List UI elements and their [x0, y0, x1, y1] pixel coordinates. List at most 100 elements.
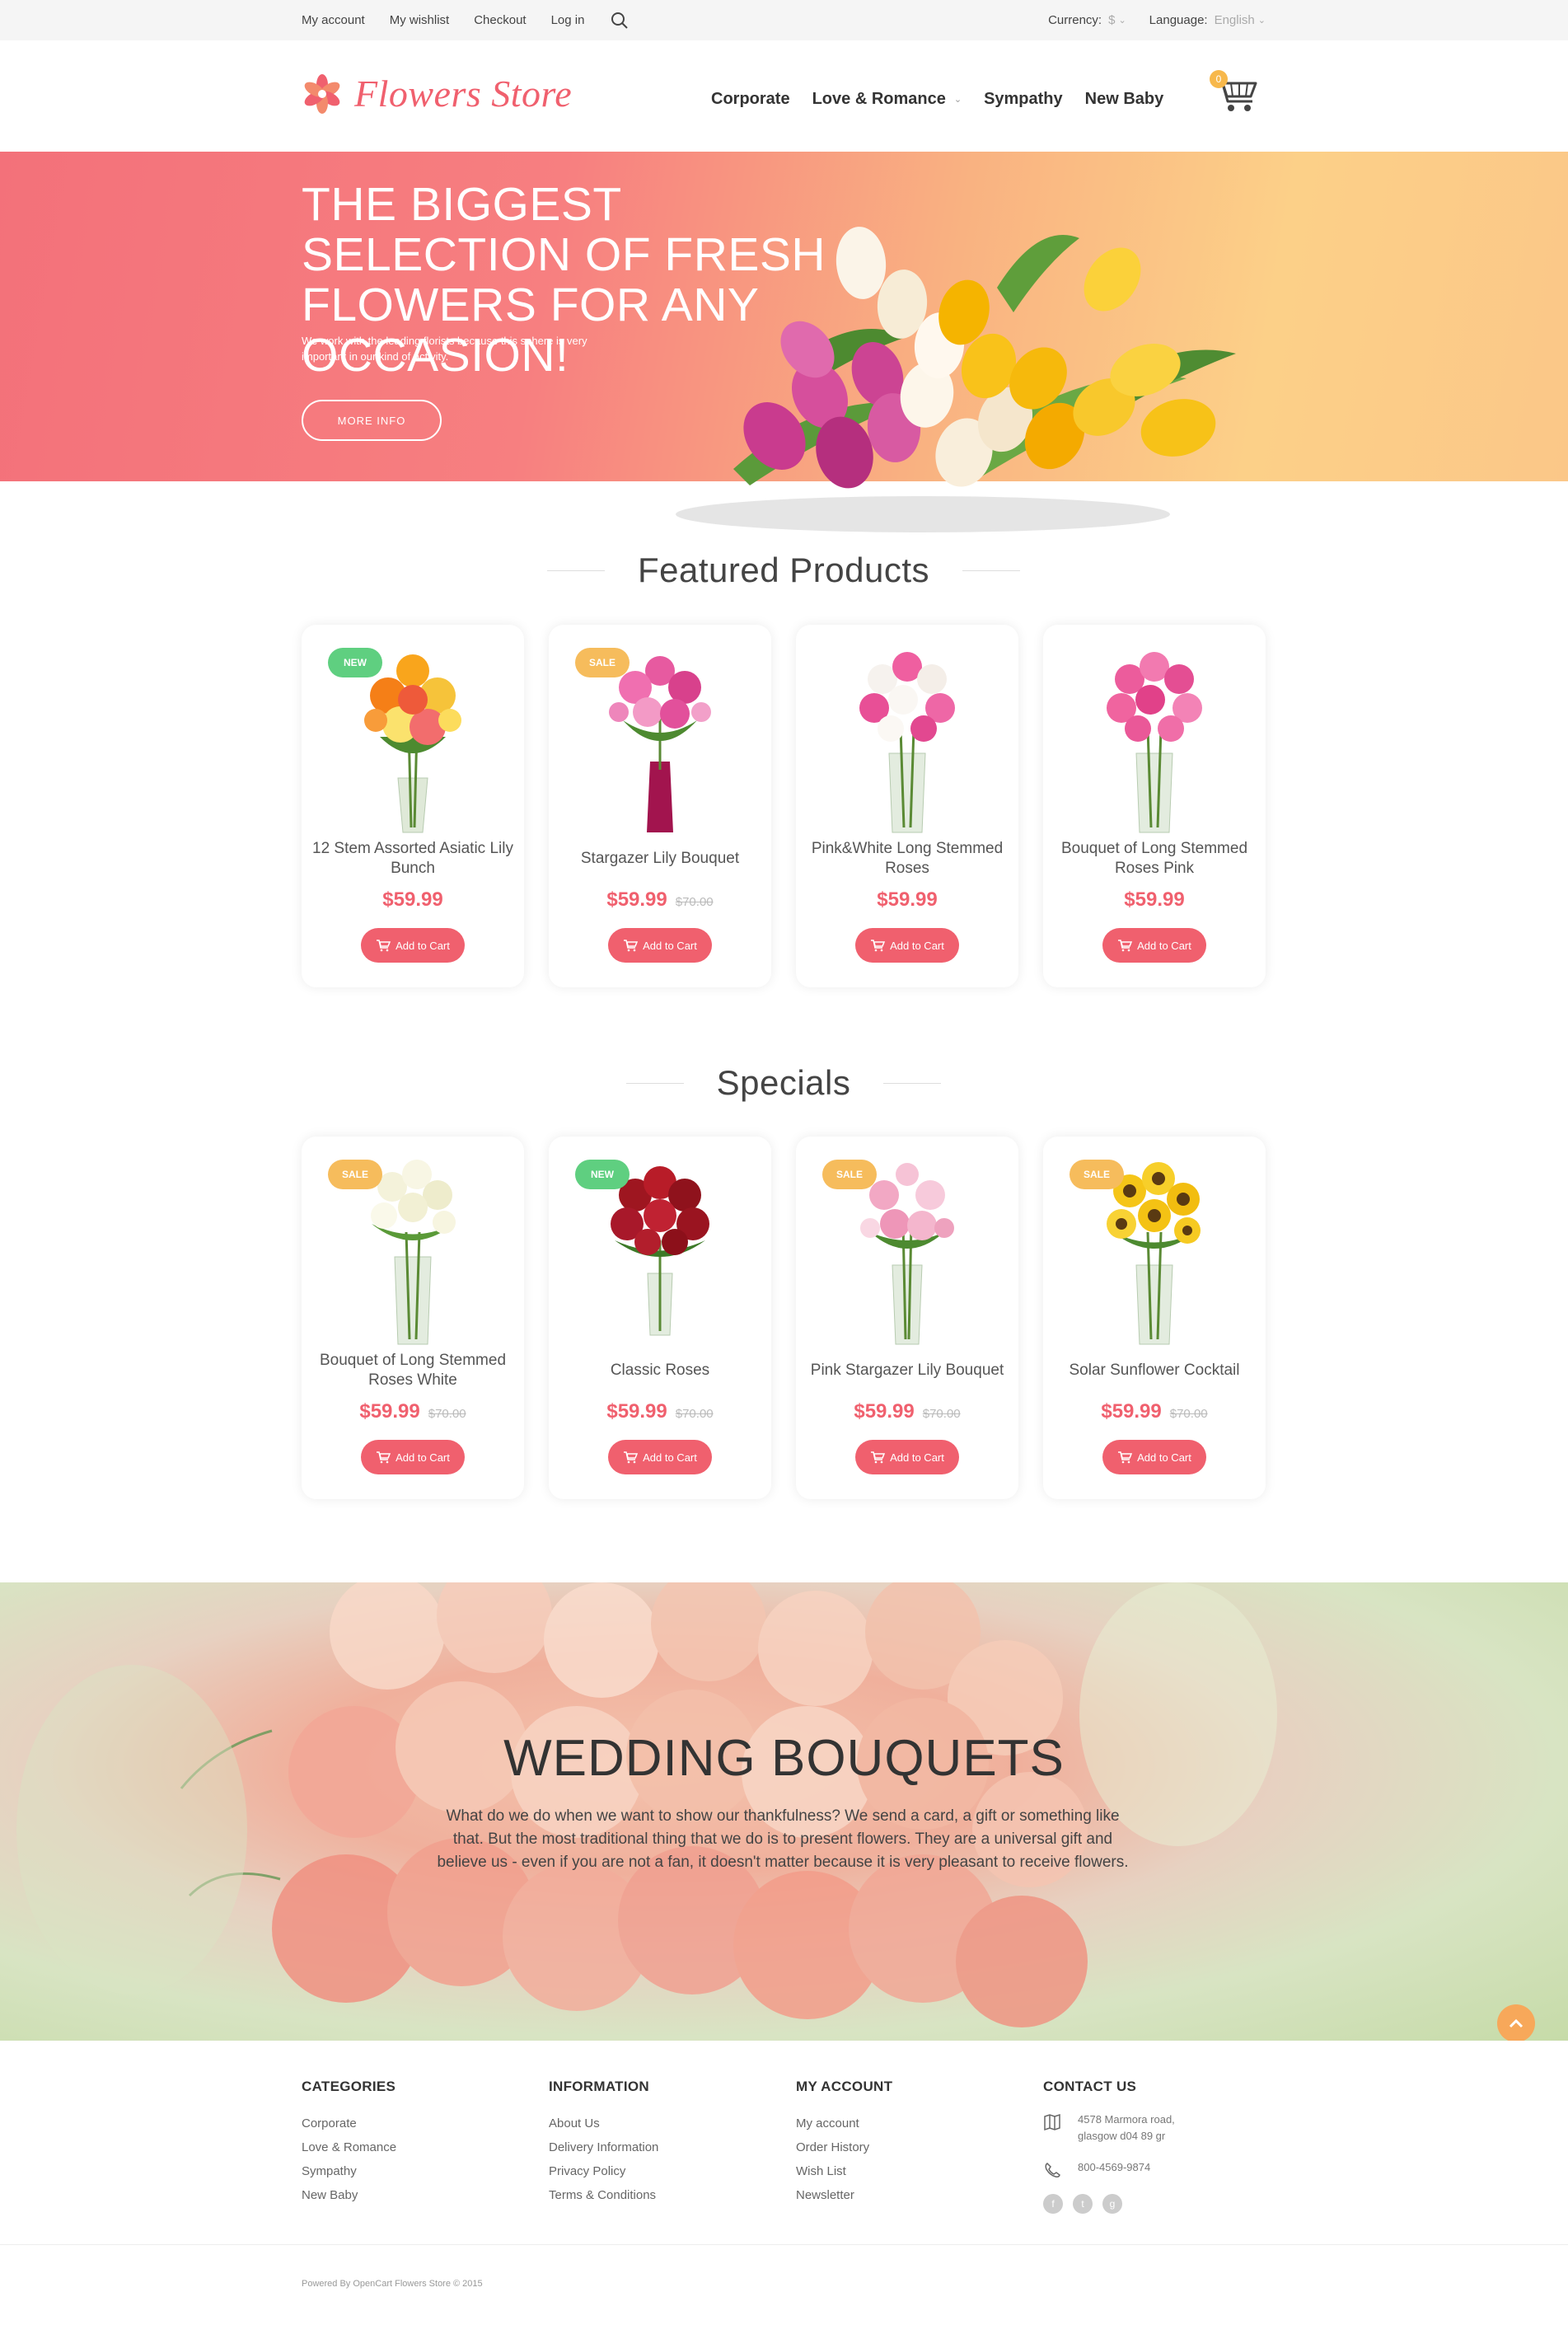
product-name[interactable]: 12 Stem Assorted Asiatic Lily Bunch	[310, 837, 516, 880]
logo[interactable]: Flowers Store	[302, 72, 572, 115]
product-card[interactable]: NEW 12 Stem Assorted Asiatic Lily Bunch …	[302, 625, 524, 987]
main-nav: Corporate Love & Romance ⌄ Sympathy New B…	[711, 90, 1186, 109]
footer-link[interactable]: Delivery Information	[549, 2135, 658, 2159]
product-prices: $59.99 $70.00	[549, 1400, 771, 1423]
product-price: $59.99	[359, 1400, 420, 1423]
cart-icon	[871, 940, 886, 952]
locale-selectors: Currency: $ ⌄ Language: English ⌄	[1048, 0, 1266, 40]
footer-link[interactable]: Wish List	[796, 2159, 892, 2183]
hero-banner: THE BIGGEST SELECTION OF FRESH FLOWERS F…	[0, 152, 1568, 532]
product-card[interactable]: SALE Bouquet of Long Stemmed Roses White…	[302, 1137, 524, 1499]
product-card[interactable]: NEW Classic Roses $59.99 $70.00 Add to Ca…	[549, 1137, 771, 1499]
product-price: $59.99	[606, 1400, 667, 1423]
add-to-cart-label: Add to Cart	[1137, 939, 1191, 952]
divider-line	[962, 570, 1020, 571]
phone-text[interactable]: 800-4569-9874	[1078, 2159, 1150, 2176]
cart-icon	[1118, 1451, 1133, 1464]
add-to-cart-button[interactable]: Add to Cart	[1102, 928, 1206, 963]
add-to-cart-button[interactable]: Add to Cart	[361, 928, 465, 963]
add-to-cart-button[interactable]: Add to Cart	[855, 928, 959, 963]
footer-link[interactable]: Terms & Conditions	[549, 2183, 658, 2207]
checkout-link[interactable]: Checkout	[474, 13, 526, 27]
cart-count-badge: 0	[1210, 70, 1228, 88]
chevron-up-icon	[1509, 2018, 1524, 2028]
cart-icon	[377, 940, 391, 952]
footer-link[interactable]: About Us	[549, 2112, 658, 2135]
nav-corporate[interactable]: Corporate	[711, 90, 790, 109]
my-account-link[interactable]: My account	[302, 13, 365, 27]
product-prices: $59.99 $70.00	[549, 888, 771, 912]
address-text: 4578 Marmora road, glasgow d04 89 gr	[1078, 2112, 1175, 2144]
add-to-cart-button[interactable]: Add to Cart	[361, 1440, 465, 1474]
flower-logo-icon	[304, 73, 340, 114]
product-card[interactable]: Pink&White Long Stemmed Roses $59.99 Add…	[796, 625, 1018, 987]
footer-categories: CATEGORIES Corporate Love & Romance Symp…	[302, 2079, 396, 2207]
footer-link[interactable]: Privacy Policy	[549, 2159, 658, 2183]
login-link[interactable]: Log in	[551, 13, 585, 27]
footer-heading: MY ACCOUNT	[796, 2079, 893, 2094]
nav-sympathy[interactable]: Sympathy	[984, 90, 1063, 109]
product-price: $59.99	[1101, 1400, 1162, 1423]
product-name[interactable]: Pink&White Long Stemmed Roses	[804, 837, 1010, 880]
footer-link[interactable]: My account	[796, 2112, 892, 2135]
specials-heading: Specials	[302, 1057, 1266, 1109]
product-image[interactable]	[1072, 638, 1237, 836]
currency-select[interactable]: $	[1108, 13, 1115, 27]
product-card[interactable]: Bouquet of Long Stemmed Roses Pink $59.9…	[1043, 625, 1266, 987]
language-label: Language:	[1149, 13, 1208, 27]
product-name[interactable]: Pink Stargazer Lily Bouquet	[804, 1349, 1010, 1392]
search-icon[interactable]	[611, 12, 629, 30]
product-image[interactable]	[825, 638, 990, 836]
product-old-price: $70.00	[675, 1407, 714, 1421]
footer-link[interactable]: Order History	[796, 2135, 892, 2159]
logo-text: Flowers Store	[354, 73, 573, 115]
add-to-cart-label: Add to Cart	[643, 1451, 697, 1464]
chevron-down-icon[interactable]: ⌄	[1258, 15, 1266, 26]
footer-link[interactable]: Newsletter	[796, 2183, 892, 2207]
product-card[interactable]: SALE Solar Sunflower Cocktail $59.99 $70.…	[1043, 1137, 1266, 1499]
add-to-cart-button[interactable]: Add to Cart	[855, 1440, 959, 1474]
product-prices: $59.99	[302, 888, 524, 912]
map-icon	[1044, 2113, 1060, 2131]
product-name[interactable]: Stargazer Lily Bouquet	[557, 837, 763, 880]
specials-title: Specials	[716, 1063, 851, 1102]
footer-link[interactable]: Sympathy	[302, 2159, 396, 2183]
footer-link[interactable]: Love & Romance	[302, 2135, 396, 2159]
sale-badge: SALE	[328, 1160, 382, 1189]
more-info-button[interactable]: MORE INFO	[302, 400, 442, 441]
cart-icon	[377, 1451, 391, 1464]
google-plus-icon[interactable]: g	[1102, 2194, 1122, 2214]
footer-link[interactable]: New Baby	[302, 2183, 396, 2207]
add-to-cart-button[interactable]: Add to Cart	[608, 1440, 712, 1474]
product-name[interactable]: Solar Sunflower Cocktail	[1051, 1349, 1257, 1392]
chevron-down-icon: ⌄	[953, 95, 962, 105]
scroll-to-top-button[interactable]	[1497, 2004, 1535, 2042]
my-wishlist-link[interactable]: My wishlist	[390, 13, 450, 27]
product-card[interactable]: SALE Pink Stargazer Lily Bouquet $59.99 $…	[796, 1137, 1018, 1499]
cart-icon	[624, 1451, 639, 1464]
product-prices: $59.99	[796, 888, 1018, 912]
add-to-cart-label: Add to Cart	[1137, 1451, 1191, 1464]
new-badge: NEW	[575, 1160, 630, 1189]
twitter-icon[interactable]: t	[1073, 2194, 1093, 2214]
nav-love-romance[interactable]: Love & Romance ⌄	[812, 90, 962, 109]
add-to-cart-button[interactable]: Add to Cart	[1102, 1440, 1206, 1474]
product-card[interactable]: SALE Stargazer Lily Bouquet $59.99 $70.00…	[549, 625, 771, 987]
product-name[interactable]: Bouquet of Long Stemmed Roses Pink	[1051, 837, 1257, 880]
add-to-cart-button[interactable]: Add to Cart	[608, 928, 712, 963]
wedding-title: WEDDING BOUQUETS	[503, 1730, 1065, 1787]
product-name[interactable]: Classic Roses	[557, 1349, 763, 1392]
facebook-icon[interactable]: f	[1043, 2194, 1063, 2214]
add-to-cart-label: Add to Cart	[396, 939, 450, 952]
address-line: glasgow d04 89 gr	[1078, 2130, 1166, 2142]
top-bar: My account My wishlist Checkout Log in C…	[0, 0, 1568, 40]
language-select[interactable]: English	[1215, 13, 1255, 27]
chevron-down-icon[interactable]: ⌄	[1118, 15, 1126, 26]
nav-new-baby[interactable]: New Baby	[1085, 90, 1164, 109]
cart-button[interactable]: 0	[1208, 67, 1261, 116]
divider-line	[625, 1082, 684, 1084]
product-name[interactable]: Bouquet of Long Stemmed Roses White	[310, 1349, 516, 1392]
product-prices: $59.99 $70.00	[302, 1400, 524, 1423]
footer-link[interactable]: Corporate	[302, 2112, 396, 2135]
footer-information: INFORMATION About Us Delivery Informatio…	[549, 2079, 658, 2207]
